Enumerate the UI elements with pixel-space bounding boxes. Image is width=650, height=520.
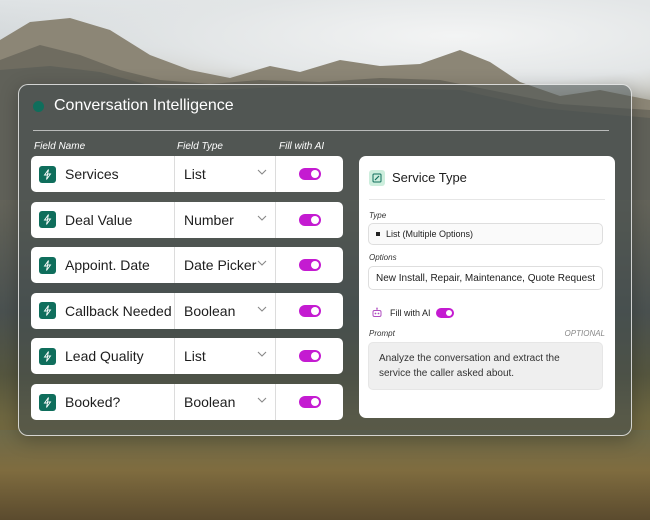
panel-header: Conversation Intelligence bbox=[33, 97, 234, 115]
background-ground bbox=[0, 430, 650, 520]
field-type-select[interactable]: Boolean bbox=[175, 384, 276, 420]
field-row[interactable]: Deal Value Number bbox=[31, 201, 343, 238]
prompt-label: Prompt bbox=[369, 329, 395, 338]
field-row[interactable]: Appoint. Date Date Picker bbox=[31, 247, 343, 284]
list-bullet-icon bbox=[376, 232, 380, 236]
field-row[interactable]: Callback Needed Boolean bbox=[31, 292, 343, 329]
column-header-field-type: Field Type bbox=[177, 141, 223, 152]
field-name-cell: Appoint. Date bbox=[31, 247, 175, 284]
fill-ai-cell bbox=[276, 247, 343, 283]
detail-title: Service Type bbox=[392, 170, 467, 185]
fill-ai-cell bbox=[276, 293, 343, 329]
field-name-cell: Callback Needed bbox=[31, 292, 175, 329]
field-type: List bbox=[184, 348, 206, 365]
field-name-cell: Services bbox=[31, 156, 175, 192]
options-label: Options bbox=[369, 253, 397, 262]
fill-ai-cell bbox=[276, 156, 343, 192]
field-type-select[interactable]: Date Picker bbox=[175, 247, 276, 284]
status-dot-icon bbox=[33, 100, 44, 112]
field-name: Lead Quality bbox=[65, 348, 144, 365]
chevron-down-icon bbox=[257, 352, 267, 358]
options-input[interactable]: New Install, Repair, Maintenance, Quote … bbox=[368, 266, 603, 290]
fill-ai-cell bbox=[276, 338, 343, 374]
fill-ai-toggle[interactable] bbox=[298, 259, 321, 272]
prompt-textarea[interactable]: Analyze the conversation and extract the… bbox=[368, 342, 603, 390]
conversation-intelligence-panel: Conversation Intelligence Field Name Fie… bbox=[18, 84, 632, 436]
field-type: Boolean bbox=[184, 302, 236, 319]
field-name: Booked? bbox=[65, 394, 121, 410]
fill-with-ai-label: Fill with AI bbox=[390, 308, 431, 318]
field-row[interactable]: Booked? Boolean bbox=[31, 384, 343, 420]
field-name: Deal Value bbox=[65, 211, 133, 228]
chevron-down-icon bbox=[257, 260, 267, 266]
field-type-select[interactable]: Boolean bbox=[175, 292, 276, 329]
field-type: Date Picker bbox=[184, 257, 257, 274]
fill-with-ai-row: Fill with AI bbox=[371, 307, 454, 319]
field-name: Services bbox=[65, 166, 119, 182]
field-name-cell: Deal Value bbox=[31, 201, 175, 238]
prompt-optional-label: OPTIONAL bbox=[564, 329, 605, 338]
field-type-select[interactable]: Number bbox=[175, 201, 276, 238]
lightning-icon bbox=[39, 211, 56, 229]
edit-icon[interactable] bbox=[369, 169, 385, 186]
chevron-down-icon bbox=[257, 215, 267, 221]
column-header-field-name: Field Name bbox=[34, 141, 86, 152]
lightning-icon bbox=[39, 393, 56, 411]
fill-ai-toggle[interactable] bbox=[298, 168, 321, 180]
fill-ai-toggle[interactable] bbox=[298, 213, 321, 226]
column-header-fill-ai: Fill with AI bbox=[279, 141, 325, 152]
field-name: Appoint. Date bbox=[65, 257, 150, 274]
field-name-cell: Lead Quality bbox=[31, 338, 175, 375]
field-row[interactable]: Lead Quality List bbox=[31, 338, 343, 375]
lightning-icon bbox=[39, 347, 56, 365]
fill-ai-cell bbox=[276, 202, 343, 238]
panel-divider bbox=[33, 130, 609, 131]
lightning-icon bbox=[39, 302, 56, 320]
prompt-line-1: Analyze the conversation and extract the bbox=[379, 353, 560, 364]
field-type: Boolean bbox=[184, 394, 236, 410]
detail-header: Service Type bbox=[369, 156, 605, 200]
field-type-select[interactable]: List bbox=[175, 338, 276, 375]
type-label: Type bbox=[369, 211, 387, 220]
lightning-icon bbox=[39, 256, 56, 274]
type-select[interactable]: List (Multiple Options) bbox=[368, 223, 603, 245]
fill-ai-toggle[interactable] bbox=[298, 304, 321, 317]
options-value: New Install, Repair, Maintenance, Quote … bbox=[376, 272, 596, 284]
panel-title: Conversation Intelligence bbox=[54, 97, 234, 114]
fill-ai-cell bbox=[276, 384, 343, 420]
robot-icon bbox=[372, 307, 382, 317]
prompt-line-2: service the caller asked about. bbox=[379, 368, 515, 379]
field-name: Callback Needed bbox=[65, 302, 172, 319]
fill-with-ai-toggle[interactable] bbox=[435, 308, 454, 318]
lightning-icon bbox=[39, 165, 56, 183]
type-value: List (Multiple Options) bbox=[386, 229, 474, 239]
field-type-select[interactable]: List bbox=[175, 156, 276, 192]
field-type: Number bbox=[184, 211, 234, 228]
chevron-down-icon bbox=[257, 397, 267, 403]
fill-ai-toggle[interactable] bbox=[298, 350, 321, 363]
chevron-down-icon bbox=[257, 306, 267, 312]
field-type: List bbox=[184, 166, 206, 182]
chevron-down-icon bbox=[257, 169, 267, 175]
fill-ai-toggle[interactable] bbox=[298, 396, 321, 408]
field-name-cell: Booked? bbox=[31, 384, 175, 420]
field-detail-card: Service Type Type List (Multiple Options… bbox=[359, 156, 615, 418]
field-row[interactable]: Services List bbox=[31, 156, 343, 192]
